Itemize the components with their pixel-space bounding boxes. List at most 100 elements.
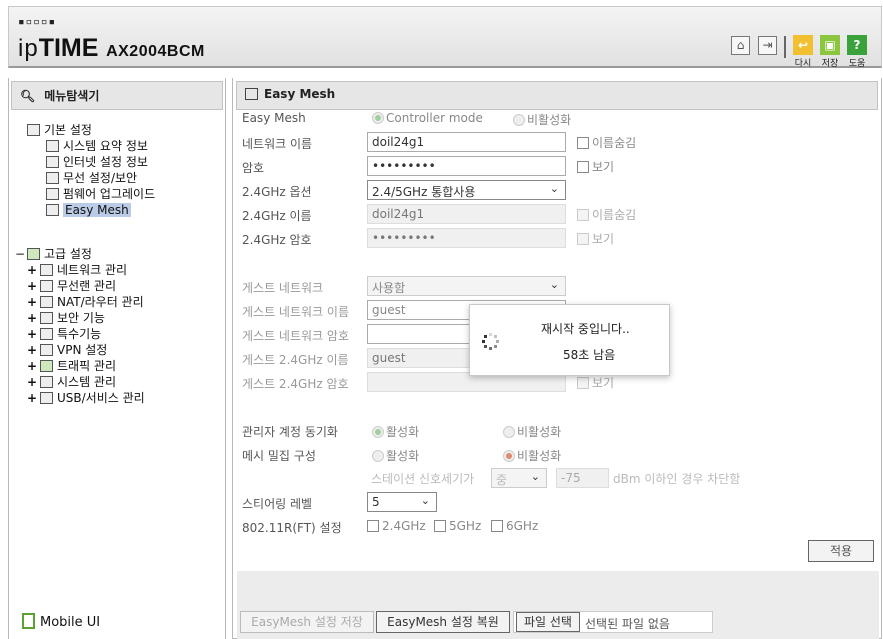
expand-toggle[interactable]: + bbox=[27, 358, 40, 374]
band-option-select[interactable]: 2.4/5GHz 통합사용 ⌄ bbox=[367, 180, 566, 200]
checkbox-icon bbox=[434, 520, 446, 532]
network-name-input[interactable]: doil24g1 bbox=[367, 132, 566, 152]
brand-logo: ipTIME AX2004BCM bbox=[18, 34, 205, 63]
ft-6ghz-checkbox[interactable]: 6GHz bbox=[491, 519, 538, 533]
help-icon[interactable]: ? bbox=[847, 35, 867, 55]
sidebar-item-system-summary[interactable]: 시스템 요약 정보 bbox=[27, 138, 155, 154]
expand-toggle[interactable]: + bbox=[27, 374, 40, 390]
header-separator bbox=[784, 36, 786, 58]
sidebar-item-easy-mesh[interactable]: Easy Mesh bbox=[27, 202, 155, 218]
admin-sync-enable-radio[interactable]: 활성화 bbox=[372, 423, 419, 440]
station-signal-text: 스테이션 신호세기가 bbox=[371, 472, 475, 486]
sidebar-item-label: 무선랜 관리 bbox=[57, 279, 117, 293]
restart-countdown: 58초 남음 bbox=[563, 348, 616, 362]
guest-password-label: 게스트 네트워크 암호 bbox=[242, 329, 349, 343]
basic-settings-folder[interactable]: 기본 설정 bbox=[27, 122, 155, 138]
checkbox-label: 보기 bbox=[592, 232, 615, 246]
sidebar-item-firmware-upgrade[interactable]: 펌웨어 업그레이드 bbox=[27, 186, 155, 202]
file-picker[interactable]: 파일 선택 선택된 파일 없음 bbox=[513, 611, 713, 633]
usb-icon bbox=[40, 392, 53, 404]
radio-icon bbox=[503, 450, 515, 462]
sidebar-item-special[interactable]: + 특수기능 bbox=[15, 326, 145, 342]
chart-icon bbox=[46, 140, 59, 152]
radio-label: Controller mode bbox=[386, 111, 483, 125]
sidebar-item-traffic[interactable]: + 트래픽 관리 bbox=[15, 358, 145, 374]
ft-5ghz-checkbox[interactable]: 5GHz bbox=[434, 519, 481, 533]
sidebar-item-wireless-security[interactable]: 무선 설정/보안 bbox=[27, 170, 155, 186]
easy-mesh-disable-radio[interactable]: 비활성화 bbox=[513, 111, 571, 128]
admin-sync-disable-radio[interactable]: 비활성화 bbox=[503, 423, 561, 440]
sidebar-item-wireless[interactable]: + 무선랜 관리 bbox=[15, 278, 145, 294]
sidebar-item-nat-router[interactable]: + NAT/라우터 관리 bbox=[15, 294, 145, 310]
password-input[interactable]: ••••••••• bbox=[367, 156, 566, 176]
restore-settings-button[interactable]: EasyMesh 설정 복원 bbox=[376, 611, 510, 633]
expand-toggle[interactable]: + bbox=[27, 294, 40, 310]
sidebar-item-label: 시스템 요약 정보 bbox=[63, 139, 148, 153]
sidebar-item-security[interactable]: + 보안 기능 bbox=[15, 310, 145, 326]
sidebar-item-label: 트래픽 관리 bbox=[57, 359, 117, 373]
network-icon bbox=[40, 264, 53, 276]
ft-24ghz-checkbox[interactable]: 2.4GHz bbox=[367, 519, 426, 533]
sidebar-item-label: 펌웨어 업그레이드 bbox=[63, 187, 156, 201]
sidebar-item-usb-service[interactable]: + USB/서비스 관리 bbox=[15, 390, 145, 406]
band-hide-name-checkbox[interactable]: 이름숨김 bbox=[577, 206, 636, 223]
sidebar: 🔍︎ 메뉴탐색기 기본 설정 시스템 요약 정보 인터넷 설정 정보 무선 설정… bbox=[8, 78, 226, 639]
checkbox-icon bbox=[491, 520, 503, 532]
guest-network-select[interactable]: 사용함 ⌄ bbox=[367, 276, 566, 296]
help-label[interactable]: 도움 bbox=[842, 56, 872, 69]
station-signal-value-input[interactable]: -75 bbox=[556, 468, 609, 488]
expand-toggle[interactable]: + bbox=[27, 326, 40, 342]
restart-label[interactable]: 다시 bbox=[788, 56, 818, 69]
checkbox-label: 5GHz bbox=[449, 519, 482, 533]
show-password-checkbox[interactable]: 보기 bbox=[577, 158, 614, 175]
expand-toggle[interactable]: + bbox=[27, 342, 40, 358]
guest-show-password-checkbox[interactable]: 보기 bbox=[577, 374, 614, 391]
expand-toggle[interactable]: + bbox=[27, 278, 40, 294]
home-icon[interactable]: ⌂ bbox=[731, 36, 750, 55]
hide-name-checkbox[interactable]: 이름숨김 bbox=[577, 134, 636, 151]
sidebar-item-vpn[interactable]: + VPN 설정 bbox=[15, 342, 145, 358]
station-signal-level-select[interactable]: 중 ⌄ bbox=[491, 468, 547, 488]
apply-button[interactable]: 적용 bbox=[808, 540, 874, 562]
checkbox-label: 이름숨김 bbox=[592, 136, 637, 150]
checkbox-label: 보기 bbox=[592, 376, 615, 390]
save-icon[interactable]: ▣ bbox=[820, 35, 840, 55]
search-icon: 🔍︎ bbox=[20, 89, 36, 103]
expand-toggle[interactable]: + bbox=[27, 310, 40, 326]
choose-file-button[interactable]: 파일 선택 bbox=[516, 612, 580, 632]
checkbox-label: 이름숨김 bbox=[592, 208, 637, 222]
radio-icon bbox=[372, 112, 384, 124]
save-settings-button[interactable]: EasyMesh 설정 저장 bbox=[240, 611, 374, 633]
checkbox-label: 6GHz bbox=[506, 519, 539, 533]
expand-toggle[interactable]: + bbox=[27, 390, 40, 406]
band-show-password-checkbox[interactable]: 보기 bbox=[577, 230, 614, 247]
advanced-settings-folder[interactable]: − 고급 설정 bbox=[15, 246, 145, 262]
logout-icon[interactable]: ⇥ bbox=[758, 36, 777, 55]
mesh-density-enable-radio[interactable]: 활성화 bbox=[372, 447, 419, 464]
band-password-label: 2.4GHz 암호 bbox=[242, 233, 312, 247]
controller-mode-radio[interactable]: Controller mode bbox=[372, 111, 483, 125]
steering-level-select[interactable]: 5 ⌄ bbox=[367, 492, 437, 512]
select-value: 5 bbox=[372, 495, 380, 509]
mobile-ui-link[interactable]: Mobile UI bbox=[22, 613, 100, 630]
band-name-label: 2.4GHz 이름 bbox=[242, 209, 312, 223]
sidebar-item-label: 네트워크 관리 bbox=[57, 263, 128, 277]
mobile-ui-label: Mobile UI bbox=[40, 615, 101, 630]
window-icon bbox=[245, 88, 258, 100]
radio-label: 활성화 bbox=[386, 425, 420, 439]
band-password-input[interactable]: ••••••••• bbox=[367, 228, 566, 248]
mesh-density-disable-radio[interactable]: 비활성화 bbox=[503, 447, 561, 464]
band-name-input[interactable]: doil24g1 bbox=[367, 204, 566, 224]
phone-icon bbox=[22, 613, 35, 629]
checkbox-icon bbox=[577, 137, 589, 149]
restart-icon[interactable]: ↩ bbox=[793, 35, 813, 55]
brand-ip: ip bbox=[18, 35, 39, 62]
guest-network-label: 게스트 네트워크 bbox=[242, 281, 324, 295]
collapse-toggle[interactable]: − bbox=[15, 246, 27, 262]
special-icon bbox=[40, 328, 53, 340]
sidebar-item-system[interactable]: + 시스템 관리 bbox=[15, 374, 145, 390]
sidebar-item-network[interactable]: + 네트워크 관리 bbox=[15, 262, 145, 278]
save-label[interactable]: 저장 bbox=[815, 56, 845, 69]
expand-toggle[interactable]: + bbox=[27, 262, 40, 278]
sidebar-item-internet-info[interactable]: 인터넷 설정 정보 bbox=[27, 154, 155, 170]
